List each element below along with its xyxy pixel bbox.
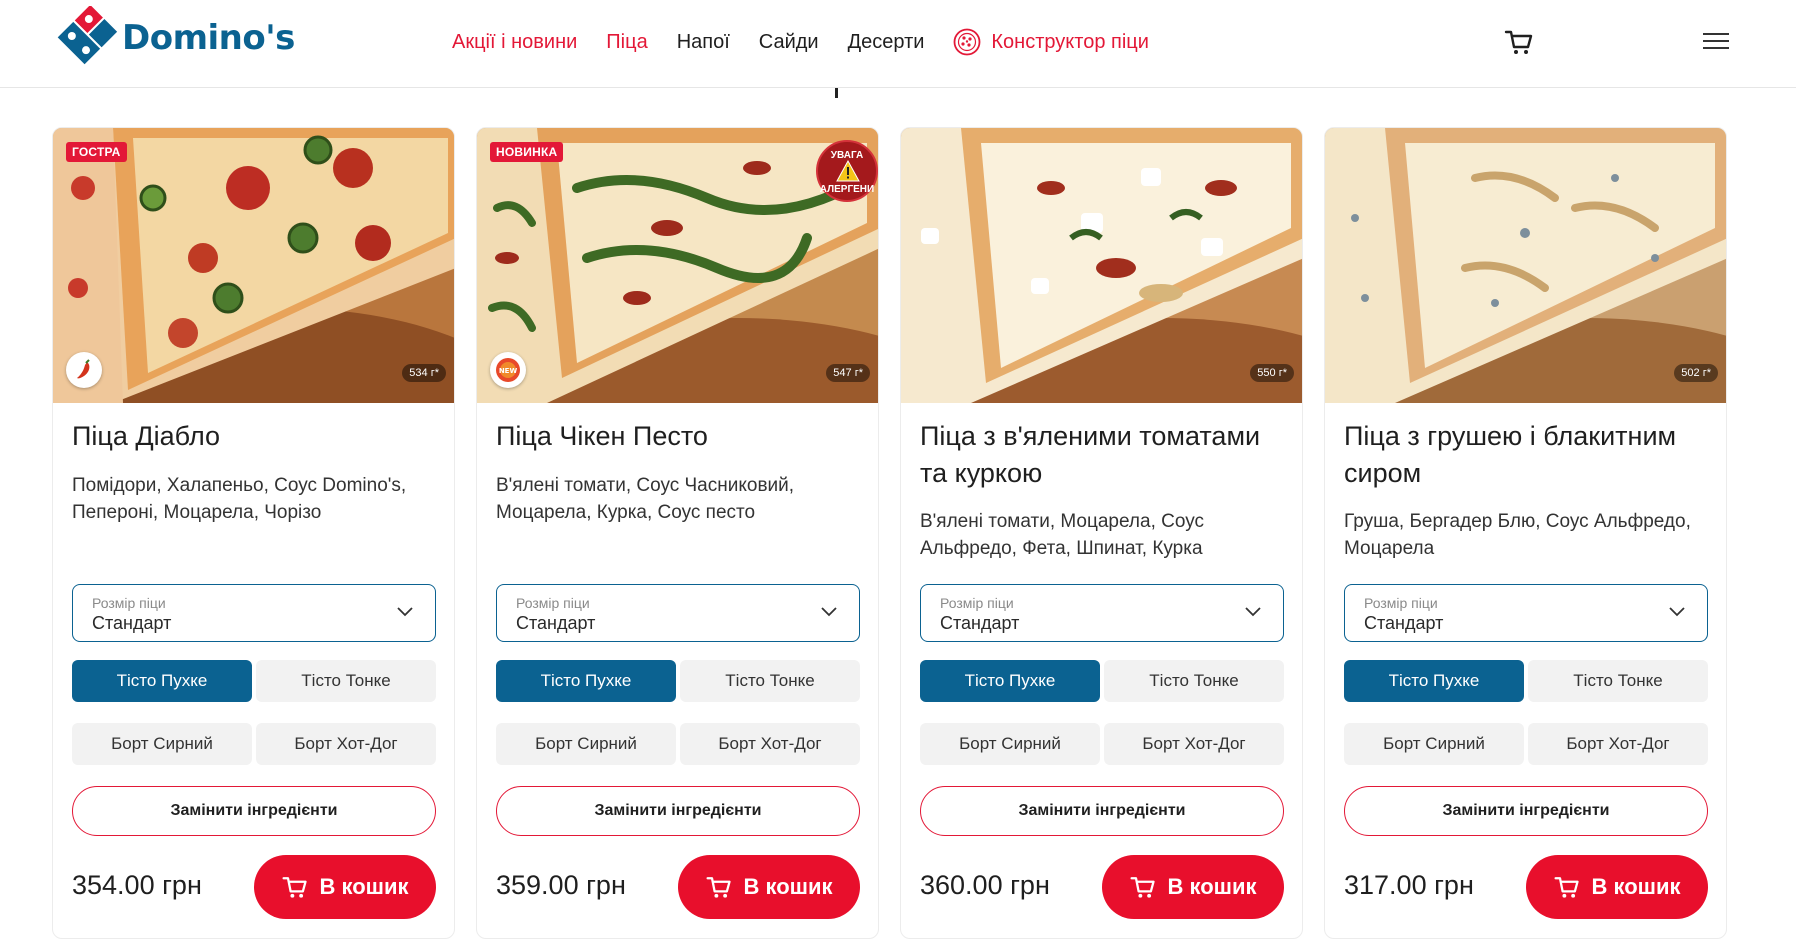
- nav-item-drinks[interactable]: Напої: [677, 31, 730, 54]
- crust-cheese-option[interactable]: Борт Сирний: [920, 723, 1100, 765]
- size-select[interactable]: Розмір піци Стандарт: [72, 584, 436, 642]
- cart-icon: [1130, 877, 1156, 898]
- dough-thin-option[interactable]: Тісто Тонке: [256, 660, 436, 702]
- replace-ingredients-button[interactable]: Замінити інгредієнти: [920, 786, 1284, 836]
- product-title: Піца Чікен Песто: [496, 421, 708, 451]
- cart-icon: [1554, 877, 1580, 898]
- logo-text: Domino's: [122, 18, 295, 58]
- site-header: Domino's Акції і новини Піца Напої Сайди…: [0, 0, 1796, 88]
- add-to-cart-button[interactable]: В кошик: [1102, 855, 1284, 919]
- product-image[interactable]: 502 г*: [1325, 128, 1726, 403]
- size-select-label: Розмір піци: [516, 595, 590, 611]
- weight-label: 547 г*: [826, 364, 870, 382]
- crust-hotdog-option[interactable]: Борт Хот-Дог: [1528, 723, 1708, 765]
- crust-hotdog-option[interactable]: Борт Хот-Дог: [1104, 723, 1284, 765]
- pizza-builder-icon: [954, 28, 981, 56]
- dominos-logo-icon: [54, 6, 120, 66]
- cart-icon[interactable]: [1503, 26, 1535, 58]
- chevron-down-icon: [1245, 607, 1261, 617]
- product-title: Піца Діабло: [72, 421, 221, 451]
- size-select-value: Стандарт: [1364, 613, 1444, 633]
- cart-icon: [282, 877, 308, 898]
- crust-hotdog-option[interactable]: Борт Хот-Дог: [680, 723, 860, 765]
- chevron-down-icon: [821, 607, 837, 617]
- replace-ingredients-button[interactable]: Замінити інгредієнти: [72, 786, 436, 836]
- spicy-badge: ГОСТРА: [66, 142, 127, 162]
- dough-thin-option[interactable]: Тісто Тонке: [680, 660, 860, 702]
- size-select[interactable]: Розмір піци Стандарт: [920, 584, 1284, 642]
- replace-ingredients-button[interactable]: Замінити інгредієнти: [1344, 786, 1708, 836]
- product-card-chicken-pesto: НОВИНКА УВАГА АЛЕРГЕНИ NEW 547 г* Піца Ч…: [476, 127, 879, 939]
- nav-item-sides[interactable]: Сайди: [759, 31, 819, 54]
- add-to-cart-button[interactable]: В кошик: [1526, 855, 1708, 919]
- product-description: В'ялені томати, Моцарела, Соус Альфредо,…: [920, 511, 1205, 559]
- add-to-cart-label: В кошик: [319, 874, 409, 899]
- main-nav: Акції і новини Піца Напої Сайди Десерти …: [452, 28, 1149, 56]
- nav-item-desserts[interactable]: Десерти: [848, 31, 925, 54]
- product-image[interactable]: НОВИНКА УВАГА АЛЕРГЕНИ NEW 547 г*: [477, 128, 878, 403]
- chevron-down-icon: [1669, 607, 1685, 617]
- weight-label: 502 г*: [1674, 364, 1718, 382]
- product-price: 317.00 грн: [1344, 870, 1474, 900]
- size-select-value: Стандарт: [516, 613, 596, 633]
- product-description: Помідори, Халапеньо, Соус Domino's, Пепе…: [72, 475, 407, 523]
- product-price: 354.00 грн: [72, 870, 202, 900]
- cart-icon: [706, 877, 732, 898]
- product-image[interactable]: ГОСТРА 534 г*: [53, 128, 454, 403]
- size-select-label: Розмір піци: [92, 595, 166, 611]
- size-select-value: Стандарт: [92, 613, 172, 633]
- weight-label: 550 г*: [1250, 364, 1294, 382]
- nav-item-promos[interactable]: Акції і новини: [452, 31, 577, 54]
- product-card-pear-blue-cheese: 502 г* Піца з грушею і блакитним сиром Г…: [1324, 127, 1727, 939]
- pizza-builder-label: Конструктор піци: [991, 30, 1149, 53]
- product-description: Груша, Бергадер Блю, Соус Альфредо, Моца…: [1344, 511, 1691, 559]
- add-to-cart-label: В кошик: [743, 874, 833, 899]
- product-image[interactable]: 550 г*: [901, 128, 1302, 403]
- size-select-label: Розмір піци: [940, 595, 1014, 611]
- dominos-logo[interactable]: Domino's: [52, 6, 295, 66]
- size-select-value: Стандарт: [940, 613, 1020, 633]
- dough-thin-option[interactable]: Тісто Тонке: [1104, 660, 1284, 702]
- new-label-icon: NEW: [490, 352, 526, 388]
- hamburger-menu-icon[interactable]: [1703, 30, 1729, 52]
- product-description: В'ялені томати, Соус Часниковий, Моцарел…: [496, 475, 795, 523]
- add-to-cart-label: В кошик: [1591, 874, 1681, 899]
- size-select-label: Розмір піци: [1364, 595, 1438, 611]
- dough-fluffy-option[interactable]: Тісто Пухке: [72, 660, 252, 702]
- product-card-sundried-tomato-chicken: 550 г* Піца з в'яленими томатами та курк…: [900, 127, 1303, 939]
- add-to-cart-label: В кошик: [1167, 874, 1257, 899]
- add-to-cart-button[interactable]: В кошик: [678, 855, 860, 919]
- weight-label: 534 г*: [402, 364, 446, 382]
- chili-pepper-icon: [66, 352, 102, 388]
- dough-fluffy-option[interactable]: Тісто Пухке: [1344, 660, 1524, 702]
- new-badge: НОВИНКА: [490, 142, 564, 162]
- nav-item-pizza[interactable]: Піца: [606, 31, 647, 54]
- size-select[interactable]: Розмір піци Стандарт: [496, 584, 860, 642]
- allergen-warning-badge: УВАГА АЛЕРГЕНИ: [816, 140, 878, 202]
- svg-text:NEW: NEW: [499, 367, 518, 375]
- product-card-diablo: ГОСТРА 534 г* Піца Діабло Помідори, Хала…: [52, 127, 455, 939]
- product-price: 359.00 грн: [496, 870, 626, 900]
- scrolled-heading-fragment: [835, 88, 838, 98]
- warning-triangle-icon: [836, 160, 860, 182]
- nav-item-pizza-builder[interactable]: Конструктор піци: [953, 28, 1149, 56]
- chevron-down-icon: [397, 607, 413, 617]
- product-title: Піца з грушею і блакитним сиром: [1344, 421, 1677, 488]
- dough-fluffy-option[interactable]: Тісто Пухке: [920, 660, 1100, 702]
- crust-hotdog-option[interactable]: Борт Хот-Дог: [256, 723, 436, 765]
- replace-ingredients-button[interactable]: Замінити інгредієнти: [496, 786, 860, 836]
- size-select[interactable]: Розмір піци Стандарт: [1344, 584, 1708, 642]
- add-to-cart-button[interactable]: В кошик: [254, 855, 436, 919]
- allergen-warning-bottom-text: АЛЕРГЕНИ: [819, 184, 875, 195]
- product-price: 360.00 грн: [920, 870, 1050, 900]
- product-title: Піца з в'яленими томатами та куркою: [920, 421, 1261, 488]
- crust-cheese-option[interactable]: Борт Сирний: [1344, 723, 1524, 765]
- dough-fluffy-option[interactable]: Тісто Пухке: [496, 660, 676, 702]
- crust-cheese-option[interactable]: Борт Сирний: [72, 723, 252, 765]
- dough-thin-option[interactable]: Тісто Тонке: [1528, 660, 1708, 702]
- crust-cheese-option[interactable]: Борт Сирний: [496, 723, 676, 765]
